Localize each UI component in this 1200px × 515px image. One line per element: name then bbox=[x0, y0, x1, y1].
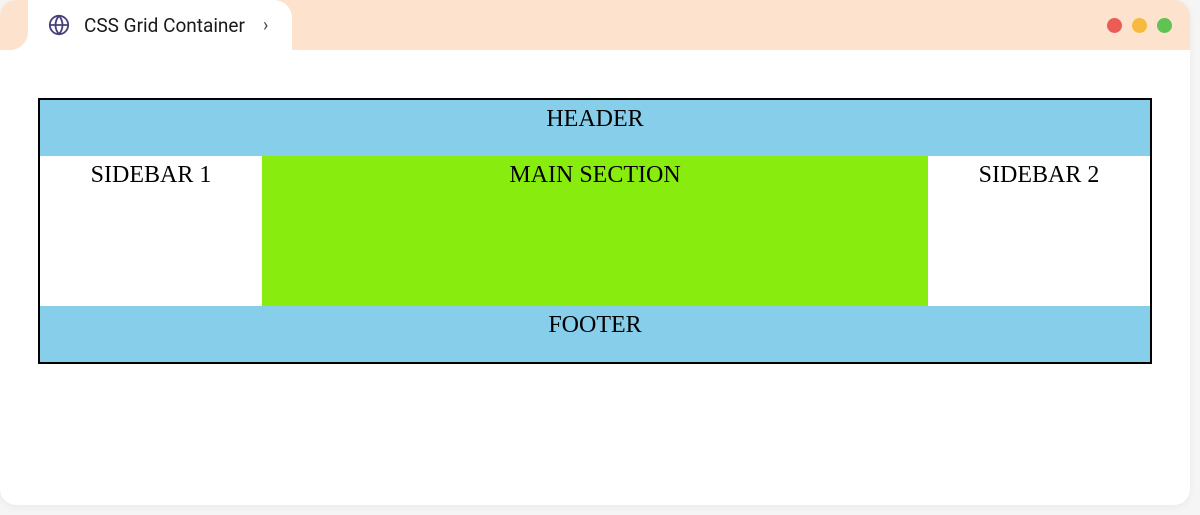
grid-header: HEADER bbox=[40, 100, 1150, 156]
page-content: HEADER SIDEBAR 1 MAIN SECTION SIDEBAR 2 … bbox=[0, 50, 1190, 394]
minimize-window-button[interactable] bbox=[1132, 18, 1147, 33]
close-window-button[interactable] bbox=[1107, 18, 1122, 33]
chevron-right-icon: › bbox=[263, 15, 268, 36]
browser-window: CSS Grid Container › HEADER SIDEBAR 1 MA… bbox=[0, 0, 1190, 505]
grid-main-section: MAIN SECTION bbox=[262, 156, 928, 306]
window-controls bbox=[1107, 18, 1172, 33]
css-grid-container: HEADER SIDEBAR 1 MAIN SECTION SIDEBAR 2 … bbox=[38, 98, 1152, 364]
maximize-window-button[interactable] bbox=[1157, 18, 1172, 33]
titlebar: CSS Grid Container › bbox=[0, 0, 1190, 50]
grid-sidebar-1: SIDEBAR 1 bbox=[40, 156, 262, 306]
grid-footer: FOOTER bbox=[40, 306, 1150, 362]
tab-title: CSS Grid Container bbox=[84, 14, 245, 37]
globe-icon bbox=[48, 14, 70, 36]
browser-tab[interactable]: CSS Grid Container › bbox=[28, 0, 292, 50]
grid-sidebar-2: SIDEBAR 2 bbox=[928, 156, 1150, 306]
